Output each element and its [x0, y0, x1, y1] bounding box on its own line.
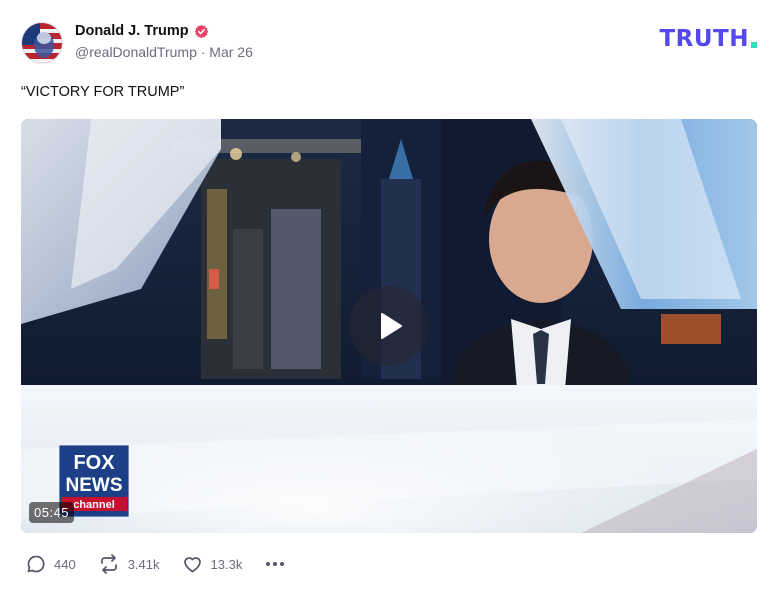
play-icon	[381, 313, 402, 339]
retruth-button[interactable]: 3.41k	[98, 554, 160, 574]
like-button[interactable]: 13.3k	[182, 554, 243, 574]
post-actions: 440 3.41k 13.3k	[26, 554, 286, 574]
avatar[interactable]	[21, 22, 63, 64]
logo-line-channel: channel	[73, 499, 115, 511]
truth-social-logo[interactable]: TRUTH	[659, 26, 757, 52]
reply-icon	[27, 555, 45, 573]
retruth-icon	[100, 554, 117, 574]
retruth-count: 3.41k	[127, 556, 160, 572]
logo-line-fox: FOX	[73, 452, 115, 474]
video-duration: 05:45	[29, 502, 75, 523]
more-icon	[266, 562, 271, 566]
play-button[interactable]	[349, 286, 429, 366]
logo-line-news: NEWS	[66, 475, 123, 496]
handle-and-date[interactable]: @realDonaldTrump · Mar 26	[75, 44, 253, 60]
post-header: Donald J. Trump @realDonaldTrump · Mar 2…	[21, 20, 757, 66]
author-name[interactable]: Donald J. Trump	[75, 23, 189, 39]
reply-button[interactable]: 440	[26, 554, 76, 574]
logo-dot	[751, 42, 757, 48]
like-icon	[183, 557, 201, 573]
video-player[interactable]: FOX NEWS channel 05:45	[21, 119, 757, 533]
reply-count: 440	[54, 556, 76, 572]
more-options-button[interactable]	[264, 558, 286, 570]
verified-badge-icon	[194, 24, 208, 38]
post-text: “VICTORY FOR TRUMP”	[21, 84, 185, 100]
like-count: 13.3k	[210, 556, 243, 572]
